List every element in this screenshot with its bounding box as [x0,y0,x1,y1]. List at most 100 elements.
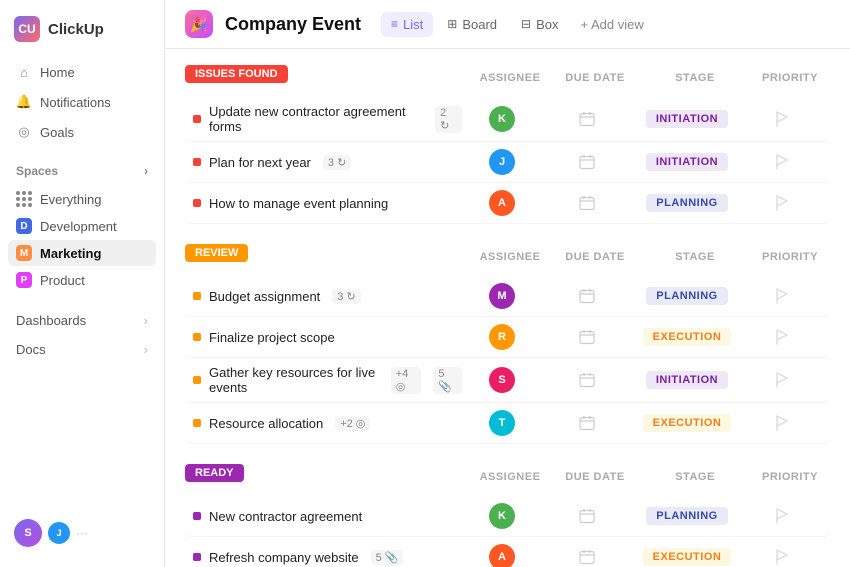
add-view-button[interactable]: + Add view [573,12,652,37]
avatar: S [489,367,515,393]
task-name: Refresh company website 5 📎 [193,550,462,565]
docs-label: Docs [16,342,46,357]
task-name: Plan for next year 3 ↻ [193,155,462,170]
task-name: Update new contractor agreement forms 2 … [193,104,462,134]
logo[interactable]: CU ClickUp [0,12,164,58]
task-name-text: Gather key resources for live events [209,365,379,395]
sidebar-bottom: Dashboards › Docs › [0,307,164,363]
priority-flag [742,288,822,304]
everything-label: Everything [40,192,101,207]
priority-flag [742,508,822,524]
project-title: Company Event [225,14,361,35]
due-date [542,288,632,304]
sidebar-item-notifications[interactable]: 🔔 Notifications [8,88,156,116]
stage-badge: INITIATION [646,110,728,128]
box-icon: ⊟ [521,17,531,31]
avatar: K [489,106,515,132]
task-name-text: Budget assignment [209,289,320,304]
user-avatar[interactable]: S [14,519,42,547]
table-row[interactable]: Gather key resources for live events +4 … [185,358,830,403]
stage-badge: PLANNING [646,194,727,212]
priority-flag [742,415,822,431]
spaces-section: Spaces › Everything D Development M Mark… [0,160,164,293]
grid-icon [16,191,32,207]
due-date [542,549,632,565]
table-row[interactable]: How to manage event planning A PLANNING [185,183,830,224]
task-bullet [193,292,201,300]
avatar: A [489,544,515,567]
sidebar-item-product[interactable]: P Product [8,267,156,293]
col-assignee-2: ASSIGNEE [470,251,550,263]
task-name-text: Resource allocation [209,416,323,431]
col-priority-3: PRIORITY [750,471,830,483]
chevron-right-icon-docs: › [144,342,148,357]
sidebar: CU ClickUp ⌂ Home 🔔 Notifications ◎ Goal… [0,0,165,567]
logo-icon: CU [14,16,40,42]
due-date [542,195,632,211]
spaces-header[interactable]: Spaces › [8,160,156,182]
prod-icon: P [16,272,32,288]
view-tabs: ≡ List ⊞ Board ⊟ Box + Add view [381,12,652,37]
sidebar-item-goals-label: Goals [40,125,74,140]
col-priority-2: PRIORITY [750,251,830,263]
priority-flag [742,111,822,127]
priority-flag [742,549,822,565]
tab-box[interactable]: ⊟ Box [511,12,568,37]
marketing-label: Marketing [40,246,101,261]
tab-list-label: List [403,17,423,32]
col-assignee-3: ASSIGNEE [470,471,550,483]
task-bullet [193,419,201,427]
task-name-text: Update new contractor agreement forms [209,104,423,134]
avatar: R [489,324,515,350]
goals-icon: ◎ [16,124,32,140]
sidebar-footer: S J ··· [0,511,164,555]
due-date [542,372,632,388]
spaces-list: Everything D Development M Marketing P P… [8,186,156,293]
main-content: 🎉 Company Event ≡ List ⊞ Board ⊟ Box + A… [165,0,850,567]
task-badge: +2 ◎ [335,416,370,431]
sidebar-item-notifications-label: Notifications [40,95,111,110]
task-name-text: How to manage event planning [209,196,388,211]
task-name-text: New contractor agreement [209,509,362,524]
sidebar-item-everything[interactable]: Everything [8,186,156,212]
table-row[interactable]: Refresh company website 5 📎 A EXECUTION [185,537,830,567]
product-label: Product [40,273,85,288]
task-bullet [193,199,201,207]
table-row[interactable]: New contractor agreement K PLANNING [185,496,830,537]
stage-badge: PLANNING [646,287,727,305]
table-row[interactable]: Resource allocation +2 ◎ T EXECUTION [185,403,830,444]
task-name: Resource allocation +2 ◎ [193,416,462,431]
development-label: Development [40,219,117,234]
tab-board[interactable]: ⊞ Board [437,12,507,37]
col-stage-2: STAGE [640,251,750,263]
task-name: New contractor agreement [193,509,462,524]
tab-list[interactable]: ≡ List [381,12,433,37]
task-name: Budget assignment 3 ↻ [193,289,462,304]
more-icon: ··· [76,526,88,540]
sidebar-item-docs[interactable]: Docs › [8,336,156,363]
sidebar-item-development[interactable]: D Development [8,213,156,239]
topbar: 🎉 Company Event ≡ List ⊞ Board ⊟ Box + A… [165,0,850,49]
table-row[interactable]: Plan for next year 3 ↻ J INITIATION [185,142,830,183]
table-row[interactable]: Budget assignment 3 ↻ M PLANNING [185,276,830,317]
task-badge: 5 📎 [371,550,404,565]
sidebar-item-goals[interactable]: ◎ Goals [8,118,156,146]
task-bullet [193,333,201,341]
table-row[interactable]: Finalize project scope R EXECUTION [185,317,830,358]
col-stage-3: STAGE [640,471,750,483]
priority-flag [742,154,822,170]
col-assignee-1: ASSIGNEE [470,72,550,84]
due-date [542,329,632,345]
task-bullet [193,115,201,123]
task-name: Finalize project scope [193,330,462,345]
chevron-right-icon: › [144,313,148,328]
table-row[interactable]: Update new contractor agreement forms 2 … [185,97,830,142]
mkt-icon: M [16,245,32,261]
priority-flag [742,329,822,345]
task-bullet [193,553,201,561]
sidebar-item-marketing[interactable]: M Marketing [8,240,156,266]
task-name-text: Plan for next year [209,155,311,170]
sidebar-item-dashboards[interactable]: Dashboards › [8,307,156,334]
sidebar-item-home[interactable]: ⌂ Home [8,58,156,86]
section-review: REVIEW ASSIGNEE DUE DATE STAGE PRIORITY … [185,244,830,444]
